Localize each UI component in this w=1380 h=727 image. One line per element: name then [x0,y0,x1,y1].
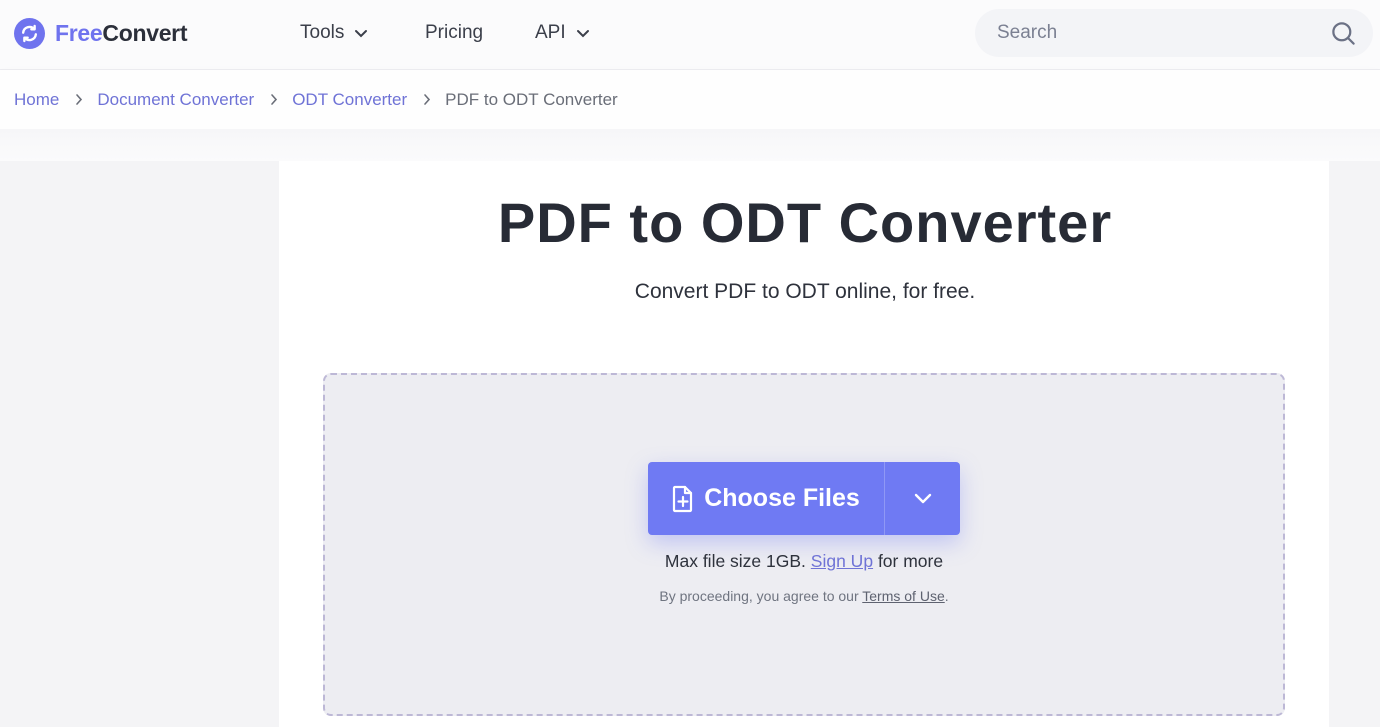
file-size-limit: Max file size 1GB. Sign Up for more [0,551,1380,572]
nav-tools-label: Tools [300,22,345,43]
search-input[interactable] [997,22,1317,44]
breadcrumb: Home Document Converter ODT Converter PD… [0,70,1380,129]
upload-source-dropdown[interactable] [885,462,960,535]
brand-name-convert: Convert [102,19,188,46]
nav-pricing[interactable]: Pricing [425,0,483,66]
sync-arrows-icon [14,17,45,49]
breadcrumb-document-converter[interactable]: Document Converter [97,90,254,110]
choose-files-button[interactable]: Choose Files [648,462,885,535]
breadcrumb-current: PDF to ODT Converter [445,89,618,109]
choose-files-button-group: Choose Files [648,462,960,535]
sign-up-link[interactable]: Sign Up [811,551,873,571]
limit-prefix: Max file size 1GB. [664,551,806,571]
nav-pricing-label: Pricing [425,22,484,43]
brand-name: FreeConvert [55,19,188,47]
choose-files-label: Choose Files [704,484,860,512]
page-title: PDF to ODT Converter [497,191,1113,254]
terms-suffix: . [944,588,949,604]
limit-suffix: for more [877,551,944,571]
header-shadow-band [0,129,1380,161]
chevron-right-icon [75,93,83,106]
chevron-right-icon [423,93,431,106]
chevron-right-icon [270,93,278,106]
chevron-down-icon [914,489,932,508]
chevron-down-icon [576,29,590,38]
breadcrumb-home[interactable]: Home [14,90,59,110]
nav-api[interactable]: API [535,0,590,66]
search-icon[interactable] [1329,19,1357,47]
terms-notice: By proceeding, you agree to our Terms of… [0,588,1380,604]
chevron-down-icon [354,29,368,38]
brand-name-free: Free [55,19,103,46]
file-dropzone[interactable] [323,373,1285,716]
top-header: FreeConvert Tools Pricing API [0,0,1380,70]
terms-of-use-link[interactable]: Terms of Use [862,588,944,604]
terms-prefix: By proceeding, you agree to our [659,588,859,604]
page-subtitle: Convert PDF to ODT online, for free. [634,280,976,303]
search-box [975,9,1373,57]
file-plus-icon [672,485,694,513]
nav-tools[interactable]: Tools [300,0,368,66]
nav-api-label: API [535,22,566,43]
breadcrumb-odt-converter[interactable]: ODT Converter [292,90,407,110]
logo-link[interactable]: FreeConvert [14,17,188,49]
